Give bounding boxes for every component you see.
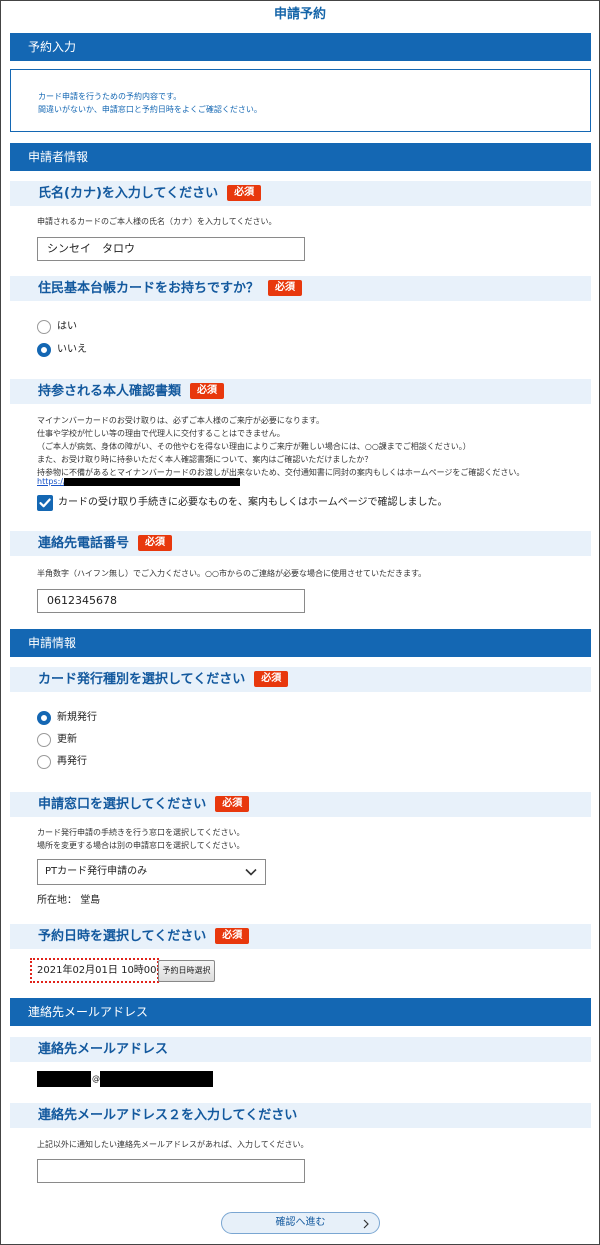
radio-unselected-icon bbox=[37, 755, 51, 769]
required-badge: 必須 bbox=[190, 383, 225, 399]
proceed-label: 確認へ進む bbox=[275, 1217, 326, 1228]
redacted-email-domain bbox=[100, 1071, 213, 1087]
section-applicant-header: 申請者情報 bbox=[10, 143, 591, 171]
window-select-value: PTカード発行申請のみ bbox=[45, 866, 148, 877]
section-application-header: 申請情報 bbox=[10, 629, 591, 657]
window-select[interactable]: PTカード発行申請のみ bbox=[37, 859, 266, 885]
window-location: 所在地： 堂島 bbox=[37, 894, 100, 908]
datetime-label: 予約日時を選択してください bbox=[38, 929, 207, 944]
email-heading: 連絡先メールアドレス bbox=[10, 1037, 591, 1062]
proceed-to-confirm-button[interactable]: 確認へ進む bbox=[221, 1212, 380, 1234]
phone-heading: 連絡先電話番号 必須 bbox=[10, 531, 591, 556]
name-kana-input[interactable]: シンセイ タロウ bbox=[37, 237, 305, 261]
window-note-line: 場所を変更する場合は別の申請窓口を選択してください。 bbox=[37, 841, 245, 850]
name-kana-heading: 氏名(カナ)を入力してください 必須 bbox=[10, 181, 591, 206]
confirmation-checkbox-label[interactable]: カードの受け取り手続きに必要なものを、案内もしくはホームページで確認しました。 bbox=[58, 496, 448, 510]
radio-label: 更新 bbox=[57, 734, 77, 745]
window-notes: カード発行申請の手続きを行う窓口を選択してください。 場所を変更する場合は別の申… bbox=[37, 826, 245, 852]
section-email-header: 連絡先メールアドレス bbox=[10, 998, 591, 1026]
reservation-datetime-value: 2021年02月01日 10時00分 bbox=[30, 958, 167, 983]
reservation-info-box: カード申請を行うための予約内容です。 間違いがないか、申請窓口と予約日時をよくご… bbox=[10, 69, 591, 132]
checkmark-icon bbox=[39, 498, 51, 508]
id-documents-note-line: また、お受け取り時に持参いただく本人確認書類について、案内はご確認いただけました… bbox=[37, 455, 373, 464]
reservation-info-line: カード申請を行うための予約内容です。 bbox=[38, 92, 182, 101]
required-badge: 必須 bbox=[268, 280, 303, 296]
email-at-sign: @ bbox=[92, 1074, 100, 1083]
required-badge: 必須 bbox=[227, 185, 262, 201]
id-documents-note-line: 仕事や学校が忙しい等の理由で代理人に交付することはできません。 bbox=[37, 429, 285, 438]
resident-card-heading: 住民基本台帳カードをお持ちですか？ 必須 bbox=[10, 276, 591, 301]
required-badge: 必須 bbox=[254, 671, 289, 687]
radio-selected-icon bbox=[37, 343, 51, 357]
redacted-email-user bbox=[37, 1071, 91, 1087]
radio-selected-icon bbox=[37, 711, 51, 725]
required-badge: 必須 bbox=[138, 535, 173, 551]
radio-unselected-icon bbox=[37, 733, 51, 747]
location-label: 所在地： bbox=[37, 895, 77, 906]
email2-input[interactable] bbox=[37, 1159, 305, 1183]
reservation-info-line: 間違いがないか、申請窓口と予約日時をよくご確認ください。 bbox=[38, 105, 262, 114]
resident-card-label: 住民基本台帳カードをお持ちですか？ bbox=[38, 281, 260, 296]
location-value: 堂島 bbox=[80, 895, 101, 906]
homepage-link[interactable]: https:// bbox=[37, 476, 66, 488]
card-type-heading: カード発行種別を選択してください 必須 bbox=[10, 667, 591, 692]
id-documents-notes: マイナンバーカードのお受け取りは、必ずご本人様のご来庁が必要になります。 仕事や… bbox=[37, 414, 524, 479]
window-label: 申請窓口を選択してください bbox=[38, 797, 207, 812]
chevron-down-icon bbox=[245, 868, 257, 876]
radio-label: はい bbox=[57, 321, 77, 332]
phone-label: 連絡先電話番号 bbox=[38, 536, 130, 551]
page-title: 申請予約 bbox=[273, 7, 326, 22]
id-documents-label: 持参される本人確認書類 bbox=[38, 384, 182, 399]
radio-unselected-icon bbox=[37, 320, 51, 334]
phone-note: 半角数字（ハイフン無し）でご入力ください。○○市からのご連絡が必要な場合に使用さ… bbox=[37, 569, 427, 578]
window-note-line: カード発行申請の手続きを行う窓口を選択してください。 bbox=[37, 828, 245, 837]
required-badge: 必須 bbox=[215, 796, 250, 812]
id-documents-note-line: （ご本人が病気、身体の障がい、その他やむを得ない理由によりご来庁が難しい場合には… bbox=[37, 442, 471, 451]
redacted-url bbox=[64, 478, 240, 486]
radio-label: いいえ bbox=[57, 344, 87, 355]
phone-input[interactable]: 0612345678 bbox=[37, 589, 305, 613]
name-kana-label: 氏名(カナ)を入力してください bbox=[38, 186, 219, 201]
required-badge: 必須 bbox=[215, 928, 250, 944]
chevron-right-icon bbox=[363, 1219, 369, 1229]
select-datetime-button[interactable]: 予約日時選択 bbox=[158, 960, 215, 982]
window-heading: 申請窓口を選択してください 必須 bbox=[10, 792, 591, 817]
datetime-heading: 予約日時を選択してください 必須 bbox=[10, 924, 591, 949]
email-label: 連絡先メールアドレス bbox=[38, 1042, 169, 1057]
email2-heading: 連絡先メールアドレス２を入力してください bbox=[10, 1103, 591, 1128]
radio-label: 再発行 bbox=[57, 756, 87, 767]
name-kana-note: 申請されるカードのご本人様の氏名（カナ）を入力してください。 bbox=[37, 217, 277, 226]
section-reservation-header: 予約入力 bbox=[10, 33, 591, 61]
email2-label: 連絡先メールアドレス２を入力してください bbox=[38, 1108, 298, 1123]
confirmation-checkbox[interactable] bbox=[37, 495, 53, 511]
email2-note: 上記以外に通知したい連絡先メールアドレスがあれば、入力してください。 bbox=[37, 1140, 309, 1149]
radio-label: 新規発行 bbox=[57, 712, 97, 723]
id-documents-note-line: マイナンバーカードのお受け取りは、必ずご本人様のご来庁が必要になります。 bbox=[37, 416, 325, 425]
card-type-label: カード発行種別を選択してください bbox=[38, 672, 246, 687]
id-documents-heading: 持参される本人確認書類 必須 bbox=[10, 379, 591, 404]
